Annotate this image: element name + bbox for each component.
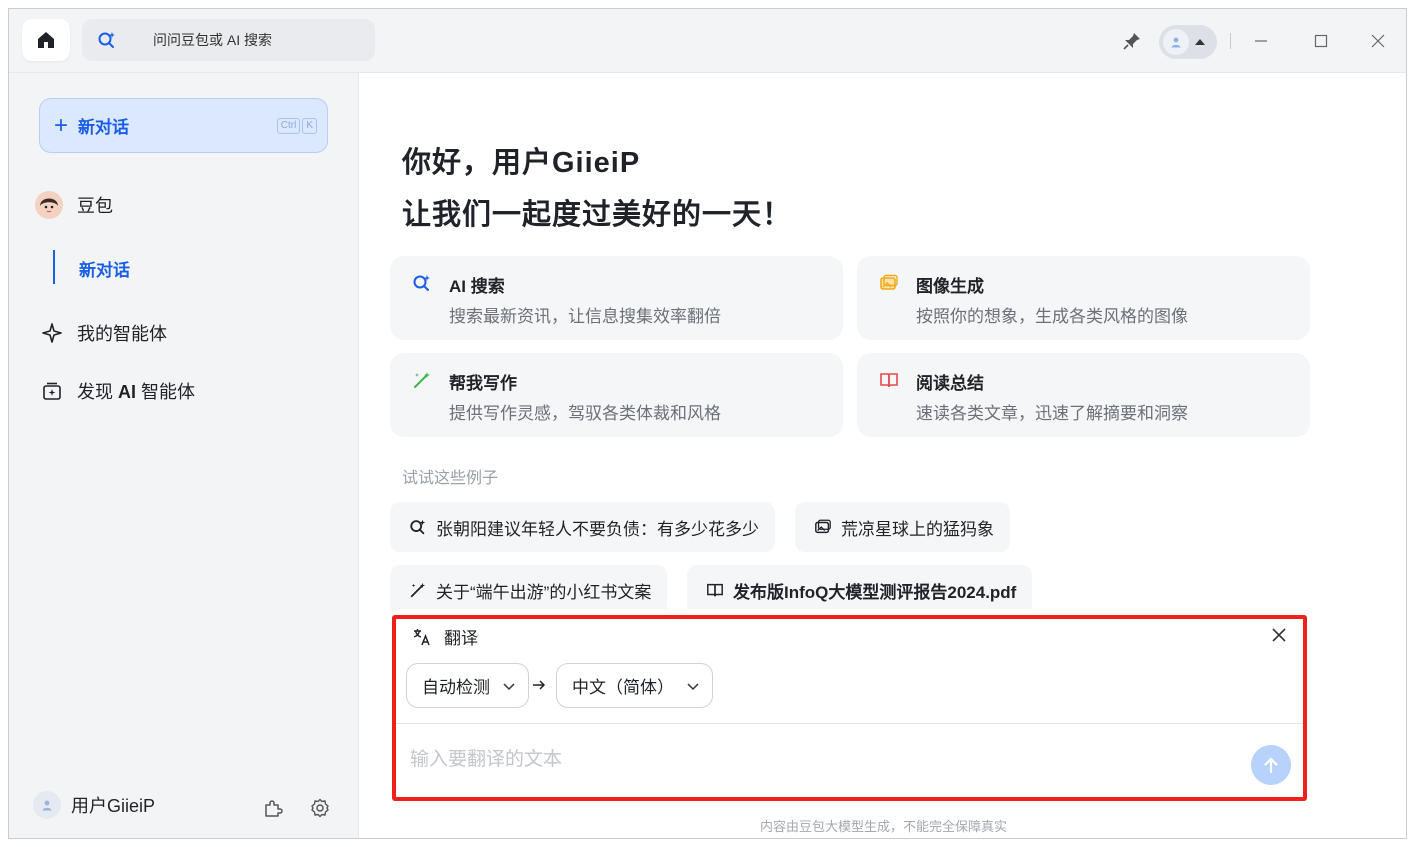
disclaimer: 内容由豆包大模型生成，不能完全保障真实 bbox=[759, 819, 1007, 834]
settings-icon[interactable] bbox=[309, 797, 331, 819]
card-title: 阅读总结 bbox=[916, 374, 984, 393]
main-content: 你好，用户GiieiP 让我们一起度过美好的一天！ AI 搜索 搜索最新资讯，让… bbox=[359, 73, 1406, 838]
pin-icon[interactable] bbox=[1122, 31, 1142, 51]
examples-label: 试试这些例子 bbox=[402, 470, 499, 487]
caret-up-icon bbox=[1195, 39, 1205, 45]
source-language-select[interactable]: 自动检测 bbox=[406, 663, 529, 708]
discover-agents-label: 发现 AI 智能体 bbox=[77, 378, 195, 404]
plugin-icon[interactable] bbox=[262, 797, 284, 819]
maximize-icon bbox=[1314, 34, 1328, 48]
user-avatar bbox=[33, 791, 61, 819]
home-button[interactable] bbox=[22, 19, 70, 61]
greeting-subtitle: 让我们一起度过美好的一天！ bbox=[402, 199, 793, 231]
send-button[interactable] bbox=[1251, 745, 1291, 785]
arrow-up-icon bbox=[1264, 757, 1278, 774]
example-text: 发布版InfoQ大模型测评报告2024.pdf bbox=[733, 582, 1017, 602]
example-chip-4[interactable]: 发布版InfoQ大模型测评报告2024.pdf bbox=[687, 565, 1033, 615]
sidebar-item-my-agents[interactable]: 我的智能体 bbox=[41, 320, 167, 346]
reading-icon bbox=[880, 373, 898, 388]
sparkle-icon bbox=[41, 322, 63, 344]
close-window-button[interactable] bbox=[1366, 29, 1390, 53]
example-chip-1[interactable]: 张朝阳建议年轻人不要负债：有多少花多少 bbox=[390, 502, 775, 552]
example-text: 荒凉星球上的猛犸象 bbox=[841, 519, 994, 539]
card-ai-search[interactable]: AI 搜索 搜索最新资讯，让信息搜集效率翻倍 bbox=[390, 256, 843, 340]
card-desc: 搜索最新资讯，让信息搜集效率翻倍 bbox=[449, 307, 721, 326]
example-text: 关于“端午出游”的小红书文案 bbox=[436, 582, 652, 602]
card-title: AI 搜索 bbox=[449, 277, 505, 296]
sidebar-item-discover-agents[interactable]: 发现 AI 智能体 bbox=[41, 378, 195, 404]
discover-ai: AI bbox=[118, 382, 137, 402]
my-agents-label: 我的智能体 bbox=[77, 324, 167, 344]
search-bar[interactable] bbox=[82, 19, 375, 61]
translate-icon bbox=[413, 628, 430, 645]
writing-icon bbox=[408, 580, 428, 600]
writing-icon bbox=[414, 372, 430, 388]
avatar bbox=[1163, 29, 1189, 55]
app-window: + 新对话 Ctrl K 豆包 新对话 我的智能体 发现 AI 智能体 bbox=[8, 8, 1407, 839]
minimize-icon bbox=[1255, 40, 1267, 42]
greeting-title: 你好，用户GiieiP bbox=[402, 147, 641, 179]
translate-title: 翻译 bbox=[444, 629, 478, 648]
close-icon[interactable] bbox=[1269, 625, 1289, 645]
example-text: 张朝阳建议年轻人不要负债：有多少花多少 bbox=[436, 519, 759, 539]
image-icon bbox=[813, 517, 833, 537]
new-chat-label: 新对话 bbox=[78, 118, 130, 137]
ai-search-icon bbox=[413, 275, 430, 291]
translate-divider bbox=[396, 723, 1303, 724]
source-language-value: 自动检测 bbox=[422, 678, 490, 697]
chevron-down-icon bbox=[503, 682, 515, 690]
arrow-right-icon bbox=[533, 680, 546, 690]
sidebar-item-doubao[interactable]: 豆包 bbox=[35, 191, 113, 219]
shortcut-key-k: K bbox=[302, 118, 317, 134]
target-language-value: 中文（简体） bbox=[572, 678, 674, 697]
minimize-button[interactable] bbox=[1249, 29, 1273, 53]
discover-agents-icon bbox=[41, 380, 63, 402]
toolbar-divider bbox=[1230, 33, 1231, 49]
image-gen-icon bbox=[880, 274, 898, 290]
card-title: 图像生成 bbox=[916, 277, 984, 296]
translate-input[interactable] bbox=[410, 749, 1230, 771]
book-icon bbox=[705, 580, 725, 600]
example-chip-3[interactable]: 关于“端午出游”的小红书文案 bbox=[390, 565, 668, 615]
account-switcher[interactable] bbox=[1159, 25, 1217, 59]
maximize-button[interactable] bbox=[1309, 29, 1333, 53]
card-desc: 提供写作灵感，驾驭各类体裁和风格 bbox=[449, 404, 721, 423]
ai-search-icon bbox=[97, 30, 117, 50]
card-writing[interactable]: 帮我写作 提供写作灵感，驾驭各类体裁和风格 bbox=[390, 353, 843, 437]
title-bar bbox=[9, 9, 1406, 73]
sidebar: + 新对话 Ctrl K 豆包 新对话 我的智能体 发现 AI 智能体 用户Gi… bbox=[9, 73, 359, 838]
active-indicator bbox=[53, 250, 55, 284]
new-chat-button[interactable]: + 新对话 Ctrl K bbox=[39, 98, 328, 153]
card-reading[interactable]: 阅读总结 速读各类文章，迅速了解摘要和洞察 bbox=[857, 353, 1310, 437]
example-chip-2[interactable]: 荒凉星球上的猛犸象 bbox=[795, 502, 1010, 552]
translate-panel: 翻译 自动检测 中文（简体） bbox=[392, 609, 1307, 801]
card-image-gen[interactable]: 图像生成 按照你的想象，生成各类风格的图像 bbox=[857, 256, 1310, 340]
search-input[interactable] bbox=[153, 32, 353, 48]
chevron-down-icon bbox=[687, 682, 699, 690]
target-language-select[interactable]: 中文（简体） bbox=[556, 663, 713, 708]
discover-prefix: 发现 bbox=[77, 382, 119, 402]
shortcut-hint: Ctrl K bbox=[276, 118, 317, 134]
highlight-frame bbox=[392, 615, 1307, 801]
bot-avatar bbox=[35, 191, 63, 219]
plus-icon: + bbox=[54, 111, 69, 139]
user-name: 用户GiieiP bbox=[71, 796, 156, 816]
bot-name: 豆包 bbox=[77, 196, 113, 216]
ai-search-icon bbox=[408, 517, 428, 537]
close-icon bbox=[1371, 34, 1385, 48]
sidebar-item-new-chat[interactable]: 新对话 bbox=[79, 256, 130, 281]
card-desc: 按照你的想象，生成各类风格的图像 bbox=[916, 307, 1188, 326]
translate-header: 翻译 bbox=[412, 624, 478, 649]
card-desc: 速读各类文章，迅速了解摘要和洞察 bbox=[916, 404, 1188, 423]
discover-suffix: 智能体 bbox=[136, 382, 196, 402]
card-title: 帮我写作 bbox=[449, 374, 517, 393]
user-profile[interactable]: 用户GiieiP bbox=[33, 791, 155, 819]
home-icon bbox=[38, 32, 54, 48]
shortcut-key-ctrl: Ctrl bbox=[276, 118, 301, 134]
